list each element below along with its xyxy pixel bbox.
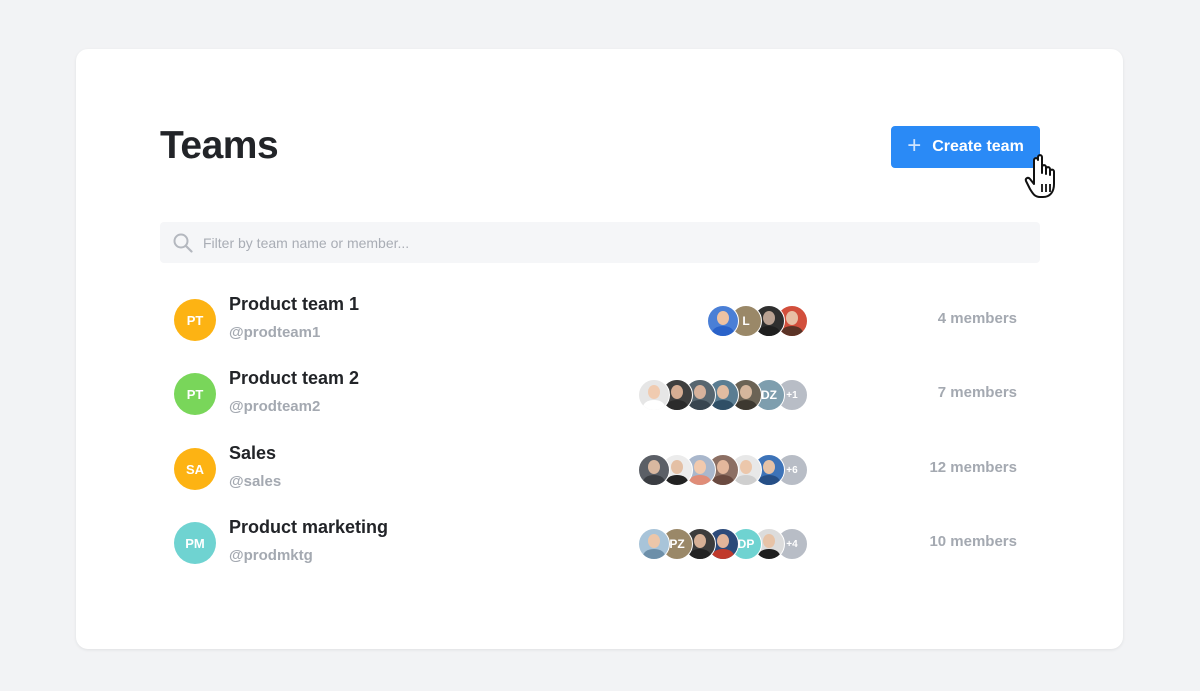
member-avatar-stack[interactable]: L	[707, 305, 808, 337]
avatar-photo-body	[712, 326, 734, 336]
avatar-photo-body	[643, 400, 665, 410]
avatar-photo-body	[712, 475, 734, 485]
search-icon	[173, 233, 193, 253]
avatar-photo-body	[758, 326, 780, 336]
member-avatar[interactable]	[638, 528, 670, 560]
avatar-photo-head	[648, 460, 660, 474]
avatar-photo-head	[694, 460, 706, 474]
member-count: 7 members	[937, 384, 1017, 401]
avatar-photo-head	[717, 460, 729, 474]
avatar-photo-head	[694, 534, 706, 548]
member-avatar-stack[interactable]: +1 DZ	[638, 379, 808, 411]
team-name[interactable]: Product marketing	[229, 517, 388, 538]
avatar-photo-body	[758, 475, 780, 485]
avatar-photo-head	[786, 311, 798, 325]
page-title: Teams	[160, 124, 279, 167]
team-avatar: SA	[174, 448, 216, 490]
member-avatar[interactable]	[638, 379, 670, 411]
teams-card: Teams + Create team PT Product team 1 @pro…	[76, 49, 1123, 649]
avatar-photo-head	[763, 311, 775, 325]
member-avatar[interactable]	[707, 305, 739, 337]
avatar-photo-head	[717, 385, 729, 399]
avatar-photo-head	[671, 460, 683, 474]
avatar-photo-body	[735, 400, 757, 410]
team-row[interactable]: SA Sales @sales +6 12 members	[160, 439, 1040, 499]
avatar-photo-head	[694, 385, 706, 399]
search-bar	[160, 222, 1040, 263]
team-avatar: PM	[174, 522, 216, 564]
avatar-photo-body	[689, 475, 711, 485]
avatar-photo-body	[689, 400, 711, 410]
avatar-photo-head	[648, 534, 660, 548]
team-handle: @prodteam1	[229, 324, 321, 341]
team-row[interactable]: PT Product team 1 @prodteam1 L 4 members	[160, 290, 1040, 350]
avatar-photo-body	[758, 549, 780, 559]
team-handle: @prodmktg	[229, 547, 313, 564]
avatar-photo-head	[648, 385, 660, 399]
avatar-photo-head	[671, 385, 683, 399]
member-avatar-stack[interactable]: +6	[638, 454, 808, 486]
member-avatar[interactable]	[638, 454, 670, 486]
avatar-photo-body	[735, 475, 757, 485]
hand-cursor-icon	[1024, 154, 1055, 198]
team-name[interactable]: Sales	[229, 443, 276, 464]
avatar-photo-head	[717, 311, 729, 325]
team-handle: @prodteam2	[229, 398, 321, 415]
member-count: 12 members	[929, 459, 1017, 476]
avatar-photo-body	[781, 326, 803, 336]
avatar-photo-head	[763, 534, 775, 548]
team-row[interactable]: PT Product team 2 @prodteam2 +1 DZ 7 members	[160, 364, 1040, 424]
avatar-photo-body	[643, 475, 665, 485]
team-row[interactable]: PM Product marketing @prodmktg +4 DP PZ 10 mem…	[160, 513, 1040, 573]
team-avatar: PT	[174, 299, 216, 341]
avatar-photo-body	[689, 549, 711, 559]
team-avatar: PT	[174, 373, 216, 415]
create-team-label: Create team	[932, 138, 1024, 155]
avatar-photo-body	[643, 549, 665, 559]
avatar-photo-body	[712, 400, 734, 410]
team-handle: @sales	[229, 473, 282, 490]
avatar-photo-head	[763, 460, 775, 474]
team-name[interactable]: Product team 1	[229, 294, 359, 315]
plus-icon: +	[907, 132, 922, 159]
avatar-photo-head	[717, 534, 729, 548]
avatar-photo-body	[666, 400, 688, 410]
member-avatar-stack[interactable]: +4 DP PZ	[638, 528, 808, 560]
avatar-photo-body	[666, 475, 688, 485]
search-input[interactable]	[201, 233, 1025, 252]
team-name[interactable]: Product team 2	[229, 368, 359, 389]
avatar-photo-body	[712, 549, 734, 559]
avatar-photo-head	[740, 385, 752, 399]
avatar-photo-head	[740, 460, 752, 474]
member-count: 10 members	[929, 533, 1017, 550]
member-count: 4 members	[937, 310, 1017, 327]
